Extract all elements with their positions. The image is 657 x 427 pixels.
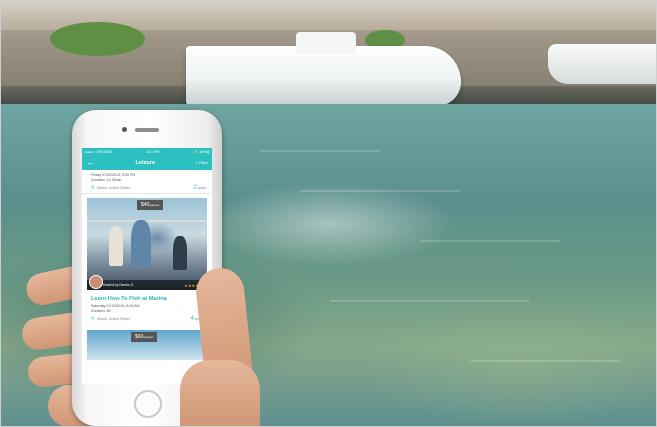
- listing-card[interactable]: $40/person Hosted by Dennis S. ★★★★☆ Lea…: [87, 198, 207, 322]
- earpiece-speaker: [135, 128, 159, 132]
- price-tag: $60/person: [131, 332, 158, 342]
- app-screen: ●●●○○ VERIZON 4:21 PM ⚡ 33% ▮ ← Leisure …: [82, 148, 212, 384]
- avatar[interactable]: [89, 275, 103, 289]
- price-tag: $40/person: [137, 200, 164, 210]
- carrier-label: ●●●○○ VERIZON: [85, 149, 113, 154]
- listing-location: Miami, United States: [97, 186, 131, 190]
- listing-duration: Duration: 1h 30min: [91, 178, 122, 182]
- page-title: Leisure: [135, 159, 156, 166]
- back-arrow-icon[interactable]: ←: [86, 158, 95, 167]
- filter-button[interactable]: + Filter: [196, 160, 208, 165]
- host-bar: Hosted by Dennis S. ★★★★☆: [87, 280, 207, 290]
- listing-location: Miami, United States: [97, 317, 131, 321]
- listing-title[interactable]: Learn How To Fish at Marina: [91, 296, 207, 302]
- home-button[interactable]: [134, 390, 162, 418]
- listing-duration: Duration: 8h: [91, 309, 111, 313]
- person: [173, 236, 187, 270]
- shrub: [50, 22, 145, 56]
- spots-count: 2 spots: [193, 185, 206, 191]
- front-camera: [122, 127, 127, 132]
- person: [109, 226, 123, 266]
- boat: [186, 32, 461, 106]
- previous-listing-card[interactable]: Friday 07/02/2015, 5:00 PM Duration: 1h …: [82, 170, 212, 194]
- nav-bar: ← Leisure + Filter: [82, 155, 212, 170]
- status-bar: ●●●○○ VERIZON 4:21 PM ⚡ 33% ▮: [82, 148, 212, 155]
- boat: [548, 44, 657, 84]
- host-name: Hosted by Dennis S.: [103, 283, 134, 287]
- location-pin-icon: ⚲: [91, 184, 95, 191]
- listing-photo: $40/person Hosted by Dennis S. ★★★★☆: [87, 198, 207, 290]
- battery-indicator: ⚡ 33% ▮: [193, 149, 209, 154]
- clock: 4:21 PM: [146, 149, 160, 154]
- person: [131, 220, 151, 268]
- palm: [180, 360, 260, 427]
- next-listing-card[interactable]: $60/person: [87, 330, 207, 360]
- location-pin-icon: ⚲: [91, 315, 95, 322]
